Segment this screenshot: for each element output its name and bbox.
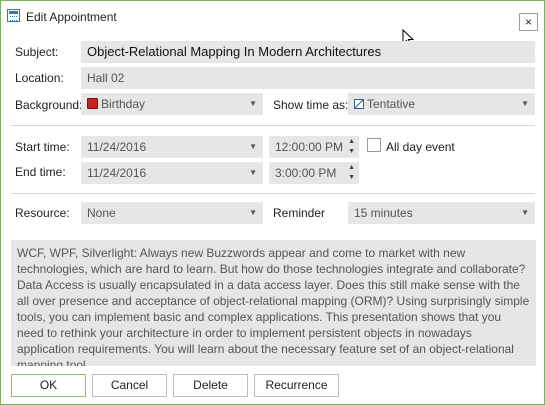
start-time-label: Start time: — [15, 140, 70, 154]
dialog-title: Edit Appointment — [26, 10, 117, 24]
spin-down-icon[interactable]: ▼ — [348, 148, 355, 156]
divider — [11, 125, 535, 126]
subject-input[interactable]: Object-Relational Mapping In Modern Arch… — [81, 41, 535, 63]
show-time-as-label: Show time as: — [273, 98, 349, 112]
tentative-status-icon — [354, 99, 364, 109]
show-time-as-value: Tentative — [367, 97, 416, 111]
chevron-down-icon: ▼ — [249, 168, 257, 177]
start-date-picker[interactable]: 11/24/2016 ▼ — [81, 136, 263, 158]
divider — [11, 193, 535, 194]
start-date-value: 11/24/2016 — [87, 140, 147, 154]
subject-value: Object-Relational Mapping In Modern Arch… — [87, 44, 382, 59]
resource-label: Resource: — [15, 206, 70, 220]
chevron-down-icon: ▼ — [249, 142, 257, 151]
close-button[interactable]: × — [519, 13, 538, 31]
subject-label: Subject: — [15, 45, 59, 59]
recurrence-button[interactable]: Recurrence — [254, 374, 339, 397]
description-textarea[interactable]: WCF, WPF, Silverlight: Always new Buzzwo… — [11, 240, 536, 366]
spin-down-icon[interactable]: ▼ — [348, 174, 355, 182]
start-time-spinner[interactable]: 12:00:00 PM ▲ ▼ — [269, 136, 359, 158]
resource-dropdown[interactable]: None ▼ — [81, 202, 263, 224]
calendar-edit-icon — [7, 9, 20, 22]
chevron-down-icon: ▼ — [249, 208, 257, 217]
reminder-dropdown[interactable]: 15 minutes ▼ — [348, 202, 535, 224]
start-time-value: 12:00:00 PM — [275, 140, 344, 154]
location-input[interactable]: Hall 02 — [81, 67, 535, 89]
chevron-down-icon: ▼ — [249, 99, 257, 108]
delete-button[interactable]: Delete — [173, 374, 248, 397]
all-day-label: All day event — [386, 140, 455, 154]
title-bar: Edit Appointment × — [1, 1, 544, 35]
cancel-button[interactable]: Cancel — [92, 374, 167, 397]
end-time-spinner[interactable]: 3:00:00 PM ▲ ▼ — [269, 162, 359, 184]
resource-value: None — [87, 206, 116, 220]
ok-button[interactable]: OK — [11, 374, 86, 397]
birthday-color-swatch — [87, 98, 98, 109]
edit-appointment-dialog: Edit Appointment × Subject: Object-Relat… — [0, 0, 545, 405]
background-label: Background: — [15, 98, 83, 112]
location-label: Location: — [15, 71, 64, 85]
end-date-picker[interactable]: 11/24/2016 ▼ — [81, 162, 263, 184]
show-time-as-dropdown[interactable]: Tentative ▼ — [348, 93, 535, 115]
reminder-label: Reminder — [273, 206, 326, 220]
chevron-down-icon: ▼ — [521, 99, 529, 108]
background-value: Birthday — [101, 97, 146, 111]
reminder-value: 15 minutes — [354, 206, 413, 220]
end-time-label: End time: — [15, 165, 66, 179]
location-value: Hall 02 — [87, 71, 125, 85]
spin-up-icon[interactable]: ▲ — [348, 138, 355, 146]
chevron-down-icon: ▼ — [521, 208, 529, 217]
spin-up-icon[interactable]: ▲ — [348, 164, 355, 172]
all-day-checkbox[interactable] — [367, 138, 381, 152]
background-dropdown[interactable]: Birthday ▼ — [81, 93, 263, 115]
end-date-value: 11/24/2016 — [87, 166, 147, 180]
end-time-value: 3:00:00 PM — [275, 166, 337, 180]
